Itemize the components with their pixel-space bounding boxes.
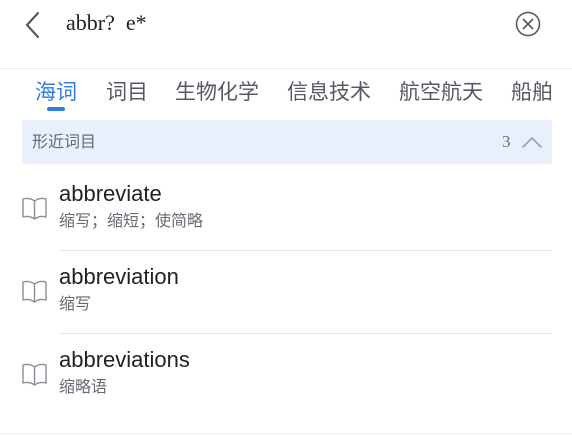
tab-biochemistry[interactable]: 生物化学 <box>175 77 259 107</box>
list-item[interactable]: abbreviation 缩写 <box>0 251 572 334</box>
entry-word: abbreviation <box>59 264 179 289</box>
section-count: 3 <box>502 132 511 151</box>
active-tab-indicator <box>47 107 65 111</box>
tab-aerospace[interactable]: 航空航天 <box>399 77 483 107</box>
search-input[interactable]: abbr? e* <box>66 5 147 41</box>
clear-search-button[interactable] <box>514 10 542 38</box>
section-title: 形近词目 <box>32 132 97 151</box>
clear-circle-icon <box>515 11 541 37</box>
result-list: abbreviate 缩写；缩短；使简略 abbreviation 缩写 abb… <box>0 168 572 417</box>
tab-haici[interactable]: 海词 <box>35 77 77 107</box>
entry-word: abbreviate <box>59 181 162 206</box>
list-item[interactable]: abbreviations 缩略语 <box>0 334 572 417</box>
entry-meaning: 缩写 <box>59 294 92 313</box>
chevron-up-icon[interactable] <box>520 132 544 152</box>
book-icon <box>21 279 48 303</box>
category-tabs: 海词 词目 生物化学 信息技术 航空航天 船舶 <box>0 68 572 118</box>
divider <box>0 433 572 434</box>
entry-meaning: 缩略语 <box>59 377 108 396</box>
list-item[interactable]: abbreviate 缩写；缩短；使简略 <box>0 168 572 251</box>
entry-word: abbreviations <box>59 347 190 372</box>
entry-meaning: 缩写；缩短；使简略 <box>59 211 204 230</box>
tab-entries[interactable]: 词目 <box>106 77 148 107</box>
book-icon <box>21 196 48 220</box>
tab-shipbuilding[interactable]: 船舶 <box>511 77 553 107</box>
dictionary-search-page: abbr? e* 海词 词目 生物化学 信息技术 航空航天 船舶 形近词目 3 <box>0 0 572 436</box>
chevron-left-icon <box>25 11 40 39</box>
back-button[interactable] <box>20 8 48 42</box>
search-bar: abbr? e* <box>0 0 572 68</box>
similar-entries-header[interactable]: 形近词目 3 <box>22 120 552 164</box>
book-icon <box>21 362 48 386</box>
tab-information-technology[interactable]: 信息技术 <box>287 77 371 107</box>
